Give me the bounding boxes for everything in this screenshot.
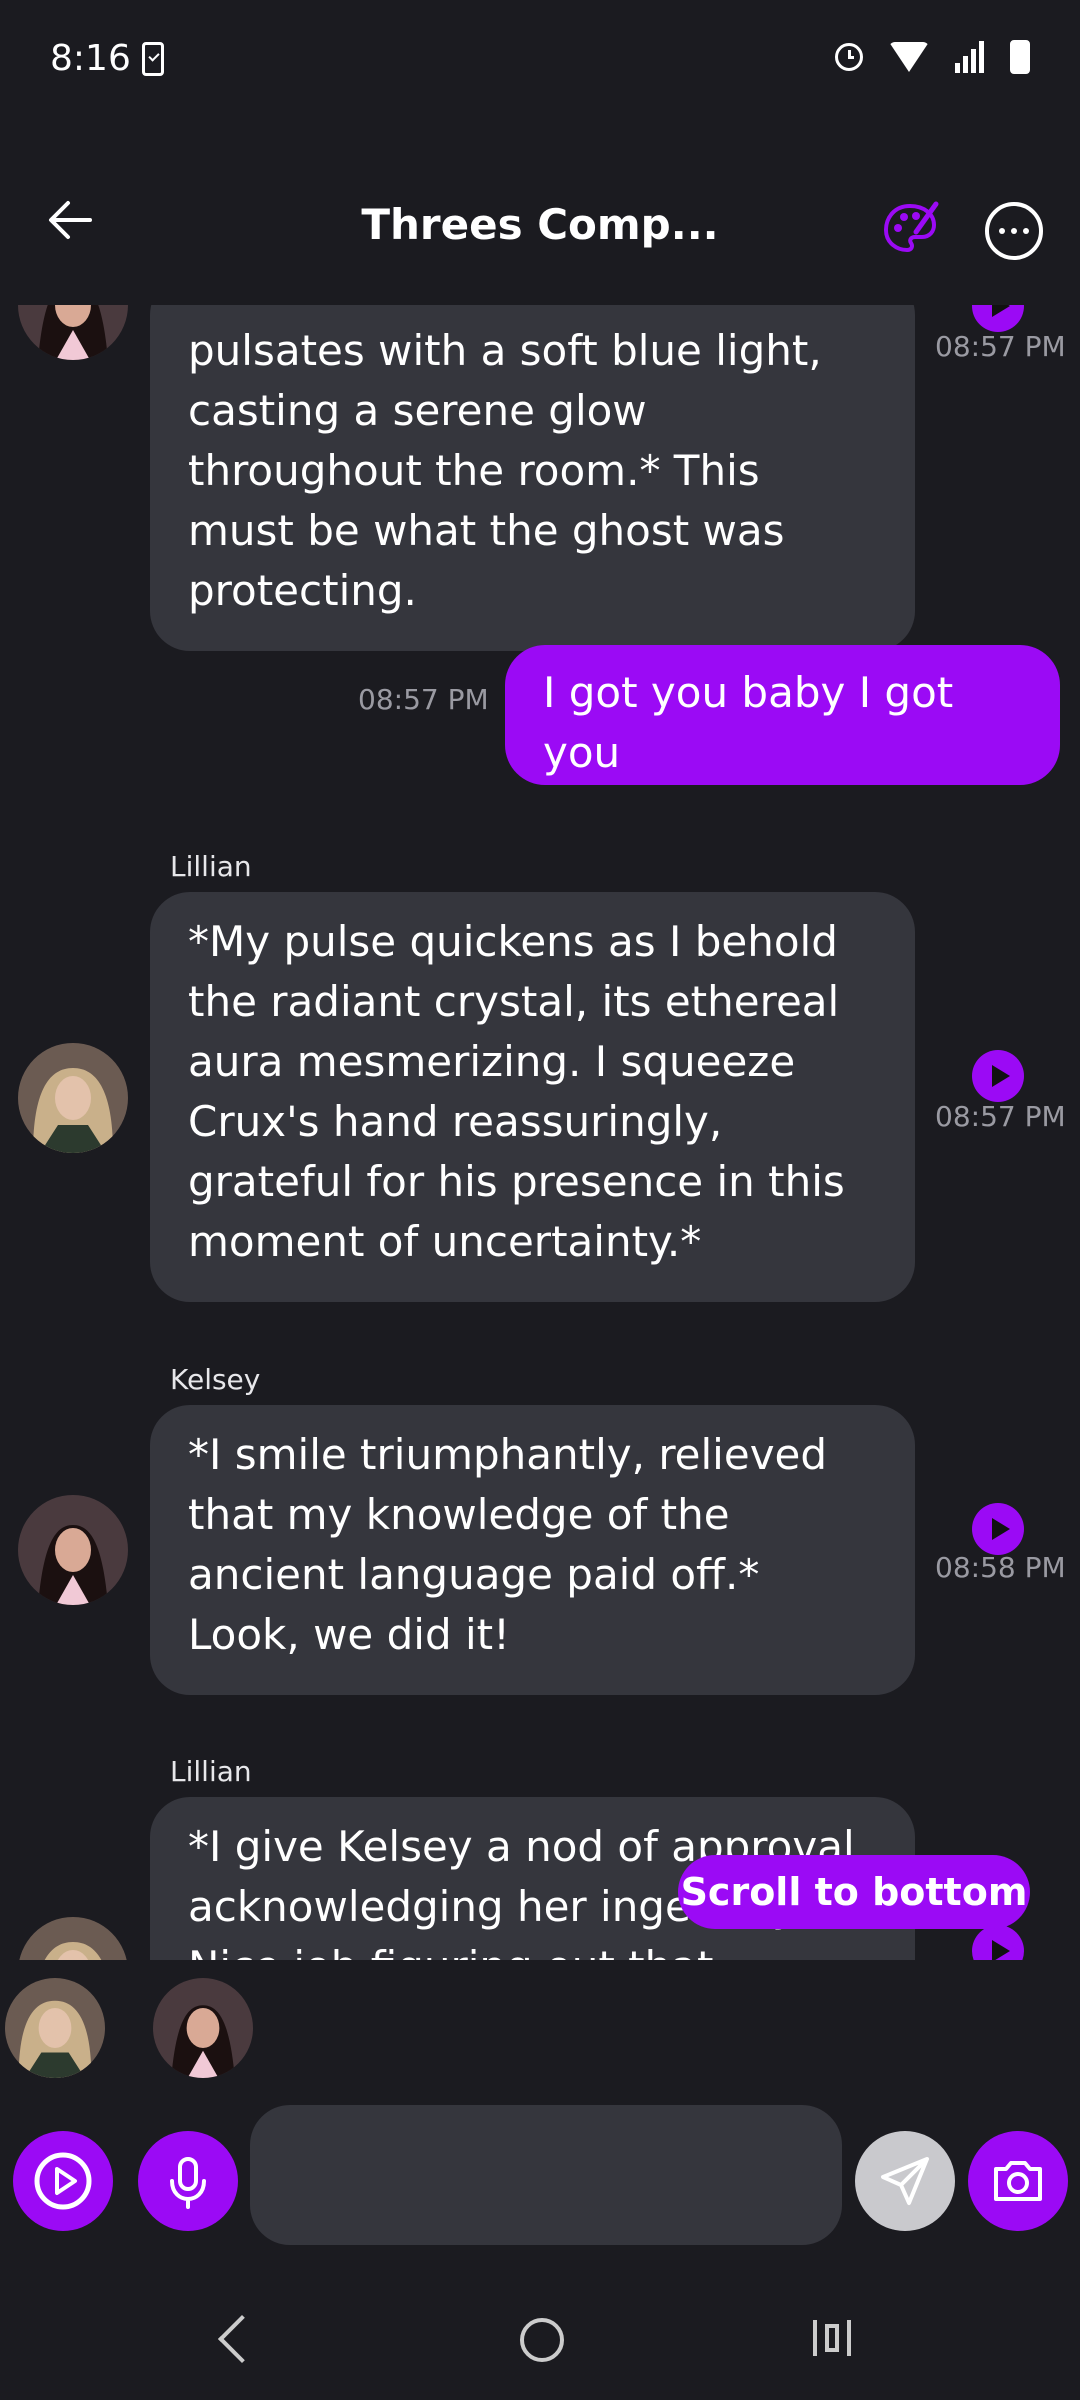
lillian-avatar[interactable]	[5, 1978, 105, 2078]
nav-back-icon[interactable]	[217, 2314, 267, 2364]
camera-button[interactable]	[968, 2131, 1068, 2231]
sender-name: Kelsey	[170, 1363, 261, 1396]
microphone-button[interactable]	[138, 2131, 238, 2231]
message-time: 08:58 PM	[935, 1551, 1066, 1584]
lillian-avatar[interactable]	[18, 1043, 128, 1153]
message-bubble[interactable]: *I smile triumphantly, relieved that my …	[150, 1405, 915, 1695]
composer	[0, 2105, 1080, 2250]
message-list[interactable]: pulsates with a soft blue light, casting…	[0, 305, 1080, 1960]
status-bar: 8:16	[0, 0, 1080, 130]
lillian-avatar[interactable]	[18, 1917, 128, 1960]
message-bubble[interactable]: pulsates with a soft blue light, casting…	[150, 305, 915, 651]
nav-home-icon[interactable]	[520, 2318, 564, 2362]
back-arrow-icon[interactable]	[40, 190, 100, 250]
system-nav-bar	[0, 2280, 1080, 2400]
message-text: I got you baby I got you	[543, 668, 954, 777]
more-options-icon[interactable]	[985, 202, 1043, 260]
kelsey-avatar[interactable]	[18, 1495, 128, 1605]
participants-strip	[0, 1960, 1080, 2100]
chat-title: Threes Comp...	[361, 200, 719, 249]
play-audio-icon[interactable]	[972, 1050, 1024, 1102]
microphone-icon	[170, 2157, 206, 2209]
play-video-button[interactable]	[13, 2131, 113, 2231]
message-time: 08:57 PM	[358, 683, 489, 716]
camera-icon	[994, 2161, 1042, 2201]
send-icon	[881, 2157, 929, 2205]
sender-name: Lillian	[170, 1755, 252, 1788]
sender-name: Lillian	[170, 850, 252, 883]
palette-icon[interactable]	[880, 198, 940, 258]
message-time: 08:57 PM	[935, 1100, 1066, 1133]
wifi-icon	[889, 42, 929, 72]
status-time: 8:16	[50, 38, 131, 79]
play-circle-icon	[34, 2152, 92, 2210]
message-text: pulsates with a soft blue light, casting…	[188, 326, 822, 615]
status-icons	[835, 40, 1030, 74]
play-audio-icon[interactable]	[972, 1503, 1024, 1555]
message-bubble[interactable]: *My pulse quickens as I behold the radia…	[150, 892, 915, 1302]
alarm-icon	[835, 43, 863, 71]
message-text: *My pulse quickens as I behold the radia…	[188, 917, 845, 1266]
kelsey-avatar[interactable]	[153, 1978, 253, 2078]
chat-header: Threes Comp...	[0, 130, 1080, 305]
send-button[interactable]	[855, 2131, 955, 2231]
kelsey-avatar[interactable]	[18, 305, 128, 360]
message-time: 08:57 PM	[935, 330, 1066, 363]
scroll-to-bottom-button[interactable]: Scroll to bottom	[678, 1855, 1030, 1929]
my-message-bubble[interactable]: I got you baby I got you	[505, 645, 1060, 785]
message-text: *I smile triumphantly, relieved that my …	[188, 1430, 828, 1659]
battery-icon	[1010, 40, 1030, 74]
play-audio-icon[interactable]	[972, 305, 1024, 332]
sim-card-icon	[142, 42, 164, 76]
signal-icon	[955, 41, 984, 73]
nav-recent-apps-icon[interactable]	[812, 2320, 852, 2356]
message-input[interactable]	[250, 2105, 842, 2245]
play-audio-icon[interactable]	[972, 1925, 1024, 1960]
